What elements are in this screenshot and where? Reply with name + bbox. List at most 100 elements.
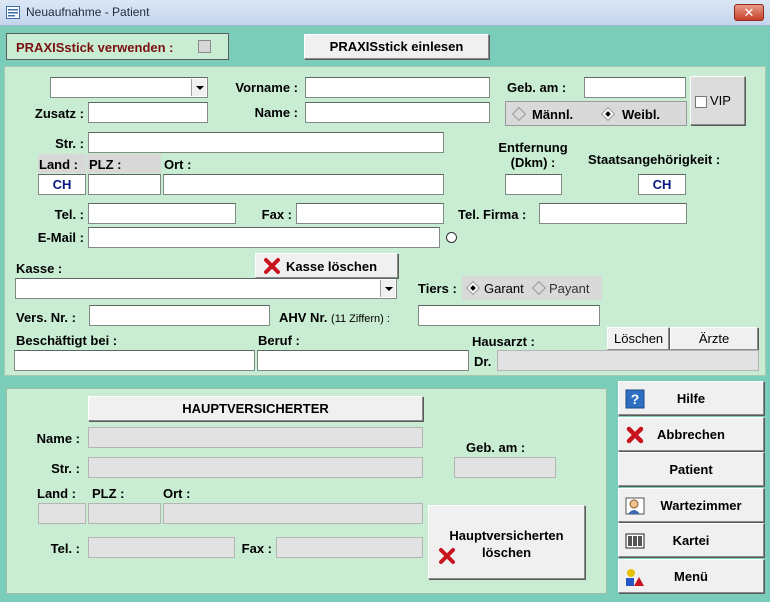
tel-input[interactable] (88, 203, 236, 224)
gender-male-radio[interactable] (511, 106, 527, 122)
vorname-input[interactable] (305, 77, 490, 98)
tiers-garant-label[interactable]: Garant (484, 281, 524, 296)
ahv-input[interactable] (418, 305, 600, 326)
str-input[interactable] (88, 132, 444, 153)
kasse-delete-label: Kasse löschen (286, 259, 378, 274)
employer-input[interactable] (14, 350, 255, 371)
gender-male-label[interactable]: Männl. (532, 107, 573, 122)
tel-label: Tel. : (54, 207, 84, 222)
str-label: Str. : (55, 136, 84, 151)
praxisstick-use-label: PRAXISstick verwenden : (16, 40, 174, 55)
hausarzt-label: Hausarzt : (472, 334, 535, 349)
kartei-button[interactable]: Kartei (618, 523, 764, 557)
name-input[interactable] (305, 102, 490, 123)
beruf-input[interactable] (257, 350, 469, 371)
insured-fax-label: Fax : (241, 541, 272, 556)
cancel-button[interactable]: Abbrechen (618, 417, 764, 451)
tiers-garant-radio[interactable] (465, 280, 481, 296)
geb-label: Geb. am : (507, 80, 567, 95)
waiting-room-label: Wartezimmer (660, 498, 742, 513)
nationality-input[interactable] (638, 174, 686, 195)
ort-label: Ort : (164, 157, 192, 172)
insured-name-input[interactable] (88, 427, 423, 448)
plz-input[interactable] (88, 174, 161, 195)
ort-input[interactable] (163, 174, 444, 195)
hausarzt-input[interactable] (497, 350, 759, 371)
tel-firma-label: Tel. Firma : (458, 207, 527, 222)
waiting-room-button[interactable]: Wartezimmer (618, 488, 764, 522)
dr-label: Dr. (474, 354, 492, 369)
insured-land-input[interactable] (38, 503, 86, 524)
land-header: Land : (38, 154, 86, 173)
patient-button[interactable]: Patient (618, 452, 764, 486)
distance-input[interactable] (505, 174, 562, 195)
distance-label-line2: (Dkm) : (510, 155, 556, 170)
tiers-group: Garant Payant (462, 276, 602, 300)
vip-checkbox[interactable] (695, 96, 707, 108)
delete-x-icon (264, 258, 280, 274)
help-button[interactable]: ? Hilfe (618, 381, 764, 415)
zusatz-label: Zusatz : (34, 106, 84, 121)
ahv-label-text: AHV Nr. (279, 310, 328, 325)
vers-input[interactable] (89, 305, 270, 326)
employer-label: Beschäftigt bei : (16, 333, 118, 348)
insured-tel-label: Tel. : (50, 541, 80, 556)
cancel-label: Abbrechen (657, 427, 725, 442)
patient-label: Patient (669, 462, 713, 477)
insured-str-input[interactable] (88, 457, 423, 478)
kartei-label: Kartei (672, 533, 710, 548)
fax-input[interactable] (296, 203, 444, 224)
land-input[interactable] (38, 174, 86, 195)
insured-str-label: Str. : (51, 461, 80, 476)
land-label: Land : (39, 157, 78, 172)
insured-plz-label: PLZ : (92, 486, 125, 501)
tiers-payant-radio[interactable] (531, 280, 547, 296)
salutation-select[interactable] (50, 77, 208, 98)
tel-firma-input[interactable] (539, 203, 687, 224)
vip-label: VIP (710, 93, 731, 108)
email-label: E-Mail : (37, 230, 84, 245)
menu-button[interactable]: Menü (618, 559, 764, 593)
close-icon: ✕ (743, 5, 755, 20)
gender-group: Männl. Weibl. (505, 101, 687, 126)
insured-geb-input[interactable] (454, 457, 556, 478)
aerzte-button[interactable]: Ärzte (670, 327, 758, 350)
insured-ort-input[interactable] (163, 503, 423, 524)
window-title: Neuaufnahme - Patient (26, 5, 150, 19)
beruf-label: Beruf : (258, 333, 300, 348)
geb-input[interactable] (584, 77, 686, 98)
close-button[interactable]: ✕ (734, 4, 764, 21)
praxisstick-read-button[interactable]: PRAXISstick einlesen (304, 34, 489, 59)
ahv-hint: (11 Ziffern) : (331, 313, 390, 325)
praxisstick-use-box: PRAXISstick verwenden : (6, 33, 229, 60)
title-bar: Neuaufnahme - Patient ✕ (0, 0, 770, 26)
chevron-down-icon[interactable] (191, 79, 206, 96)
tiers-payant-label[interactable]: Payant (549, 281, 589, 296)
distance-label-line1: Entfernung (498, 140, 568, 155)
kasse-delete-button[interactable]: Kasse löschen (255, 253, 398, 278)
nationality-label: Staatsangehörigkeit : (588, 152, 721, 167)
ahv-label: AHV Nr. (11 Ziffern) : (279, 310, 390, 325)
praxisstick-use-checkbox[interactable] (198, 40, 211, 53)
vorname-label: Vorname : (235, 80, 298, 95)
menu-label: Menü (674, 569, 708, 584)
insured-delete-button[interactable]: Hauptversicherten löschen (428, 505, 585, 579)
insured-plz-input[interactable] (88, 503, 161, 524)
zusatz-input[interactable] (88, 102, 208, 123)
insured-tel-input[interactable] (88, 537, 235, 558)
chevron-down-icon[interactable] (380, 280, 395, 297)
tiers-label: Tiers : (418, 281, 457, 296)
email-radio[interactable] (446, 232, 457, 243)
gender-female-label[interactable]: Weibl. (622, 107, 660, 122)
email-input[interactable] (88, 227, 440, 248)
insured-delete-line2: löschen (481, 545, 532, 560)
hausarzt-delete-button[interactable]: Löschen (607, 327, 669, 350)
insured-fax-input[interactable] (276, 537, 423, 558)
kasse-select[interactable] (15, 278, 397, 299)
app-icon (6, 6, 20, 19)
fax-label: Fax : (261, 207, 292, 222)
gender-female-radio[interactable] (600, 106, 616, 122)
insured-header-button[interactable]: HAUPTVERSICHERTER (88, 396, 423, 421)
vip-toggle[interactable]: VIP (690, 76, 745, 125)
distance-label: Entfernung (Dkm) : (496, 140, 570, 170)
